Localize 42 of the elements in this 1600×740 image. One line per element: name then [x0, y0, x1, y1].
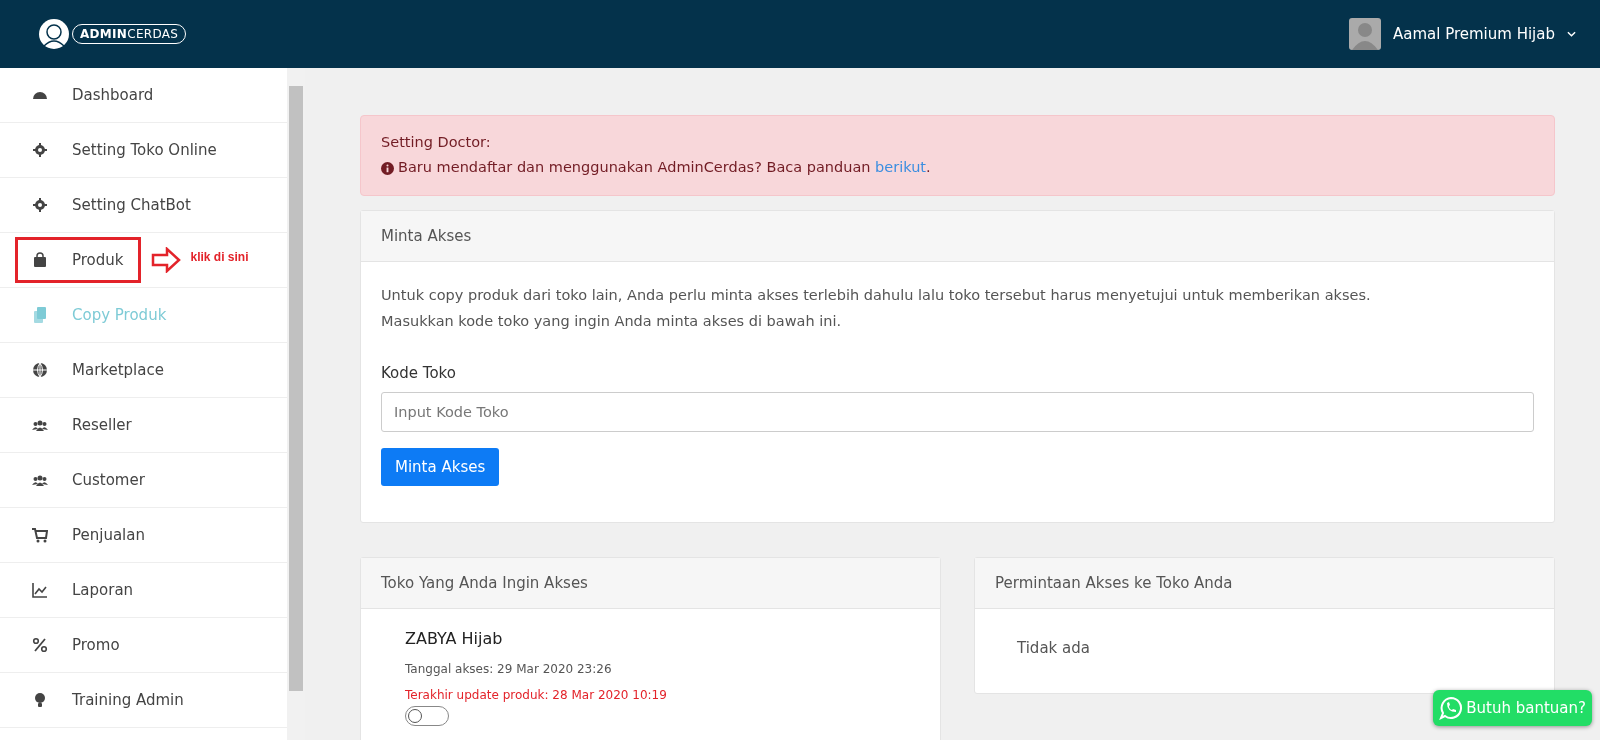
last-update-text: Terakhir update produk: 28 Mar 2020 10:19	[405, 687, 668, 702]
avatar-icon	[1348, 18, 1381, 50]
sidebar-item[interactable]: Dashboard	[15, 72, 171, 118]
user-menu[interactable]: Aamal Premium Hijab	[1348, 18, 1576, 50]
alert-title: Setting Doctor:	[381, 133, 492, 152]
sidebar-item[interactable]: Marketplace	[15, 347, 181, 393]
percent-icon	[32, 637, 48, 653]
sidebar-item[interactable]: Laporan	[15, 567, 151, 613]
card-title: Minta Akses	[381, 226, 472, 245]
sidebar-item[interactable]: Training Admin	[15, 677, 201, 723]
sidebar-item[interactable]: Customer	[15, 457, 162, 503]
bulb-icon	[32, 692, 48, 708]
bag-icon	[32, 252, 48, 268]
arrow-icon	[150, 247, 181, 273]
toggle-switch[interactable]	[405, 705, 449, 726]
sidebar-item[interactable]: Produk	[15, 237, 141, 283]
caret-icon	[1567, 31, 1576, 37]
chat-phone-icon	[1439, 696, 1464, 720]
empty-text: Tidak ada	[1016, 637, 1091, 659]
sidebar-item[interactable]: Promo	[15, 622, 137, 668]
store-code-field[interactable]: Input Kode Toko	[381, 391, 1534, 432]
card-title: Permintaan Akses ke Toko Anda	[995, 573, 1233, 592]
sidebar-item[interactable]: Penjualan	[15, 512, 162, 558]
sidebar-item[interactable]: Setting Toko Online	[15, 127, 234, 173]
description-text: Untuk copy produk dari toko lain, Anda perlu minta akses terlebih dahulu lalu toko tersebut harus menyetujui untuk memberikan akses.	[381, 285, 1372, 305]
alert-message: Baru mendaftar dan menggunakan AdminCerdas? Baca panduan berikut.	[398, 158, 931, 178]
copy-icon	[32, 307, 48, 323]
globe-icon	[32, 362, 48, 378]
access-date: Tanggal akses: 29 Mar 2020 23:26	[405, 661, 613, 676]
avatar-logo-icon	[38, 18, 70, 50]
cart-icon	[32, 527, 48, 543]
logo[interactable]: ADMINCERDAS	[38, 18, 187, 50]
field-label: Kode Toko	[381, 363, 457, 382]
info-icon	[381, 161, 394, 175]
description-text: Masukkan kode toko yang ingin Anda minta akses di bawah ini.	[381, 311, 843, 331]
request-access-button[interactable]: Minta Akses	[381, 447, 500, 486]
annotation-text: klik di sini	[190, 250, 249, 264]
chart-icon	[32, 582, 48, 598]
sidebar-item[interactable]: Setting ChatBot	[15, 182, 208, 228]
store-name: ZABYA Hijab	[405, 628, 504, 648]
card-title: Toko Yang Anda Ingin Akses	[381, 573, 588, 592]
sidebar-item[interactable]: Reseller	[15, 402, 149, 448]
